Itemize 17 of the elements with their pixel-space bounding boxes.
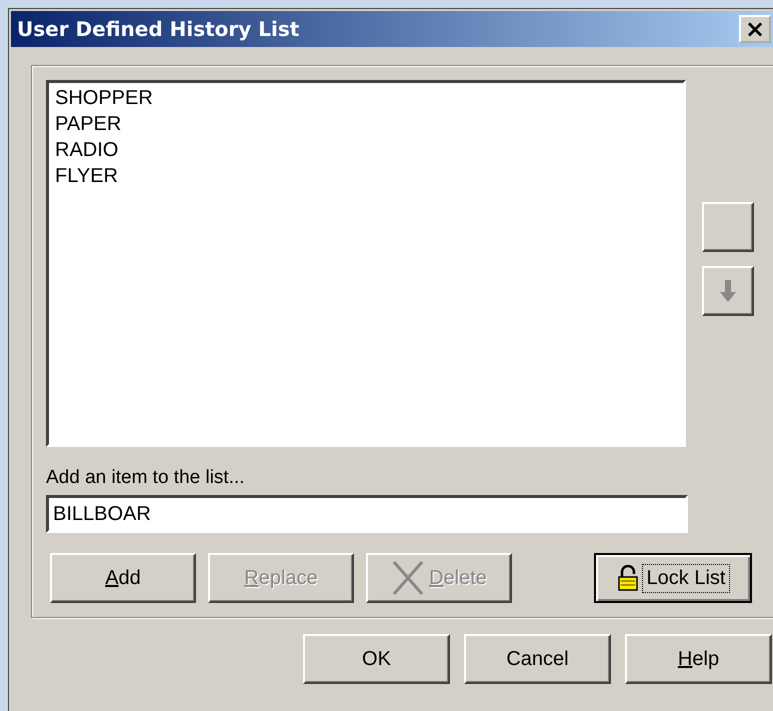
item-input-field[interactable]: BILLBOAR [46,495,688,533]
dialog-button[interactable]: Cancel [464,634,611,684]
history-list[interactable]: SHOPPER PAPER RADIO FLYER [46,80,686,447]
field-label: Add an item to the list... [46,467,246,489]
lock-list-button[interactable]: Lock List [594,553,752,603]
move-button[interactable] [702,202,754,252]
dialog-button[interactable]: OK [303,634,450,684]
window-title: User Defined History List [17,17,300,41]
list-item[interactable]: PAPER [55,111,122,137]
list-item[interactable]: FLYER [55,163,118,189]
padlock-icon [616,565,639,591]
list-item[interactable]: SHOPPER [55,85,153,111]
action-button[interactable]: Add [50,553,196,603]
list-item[interactable]: RADIO [55,137,118,163]
dialog-button[interactable]: Help [625,634,772,684]
close-button[interactable]: × [739,15,771,43]
down-arrow-icon [720,280,736,302]
